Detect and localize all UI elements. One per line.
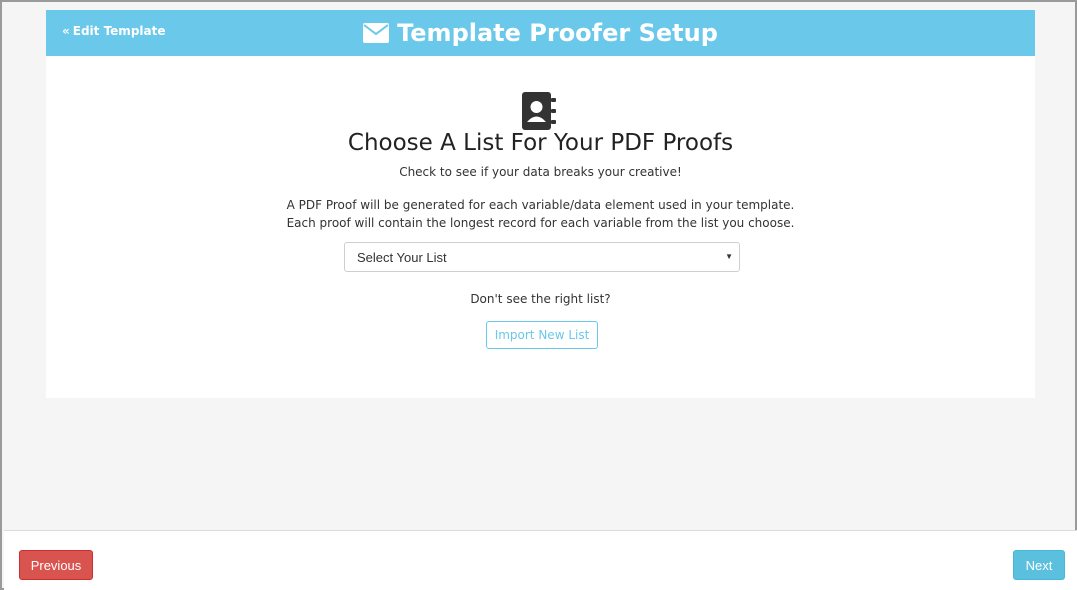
next-button[interactable]: Next — [1013, 550, 1065, 580]
list-select-value: Select Your List — [357, 249, 447, 265]
list-title: Choose A List For Your PDF Proofs — [347, 130, 734, 156]
description: A PDF Proof will be generated for each v… — [46, 196, 1035, 232]
app-frame: « Edit Template Template Proofer Setup C… — [0, 0, 1077, 590]
list-subtitle: Check to see if your data breaks your cr… — [399, 165, 682, 179]
page-title: Template Proofer Setup — [46, 10, 1035, 56]
footer-bar: Previous Next — [4, 530, 1077, 590]
envelope-icon — [363, 23, 390, 43]
setup-card: « Edit Template Template Proofer Setup C… — [46, 10, 1035, 398]
caret-down-icon: ▼ — [725, 252, 733, 261]
previous-button[interactable]: Previous — [19, 550, 93, 580]
dont-see-text: Don't see the right list? — [470, 292, 611, 306]
description-line-1: A PDF Proof will be generated for each v… — [286, 198, 795, 212]
page-title-text: Template Proofer Setup — [397, 19, 718, 47]
import-new-list-button[interactable]: Import New List — [486, 321, 598, 349]
list-select[interactable]: Select Your List ▼ — [344, 242, 740, 272]
header-bar: « Edit Template Template Proofer Setup — [46, 10, 1035, 56]
description-line-2: Each proof will contain the longest reco… — [286, 216, 795, 230]
contact-book-icon — [522, 92, 556, 130]
